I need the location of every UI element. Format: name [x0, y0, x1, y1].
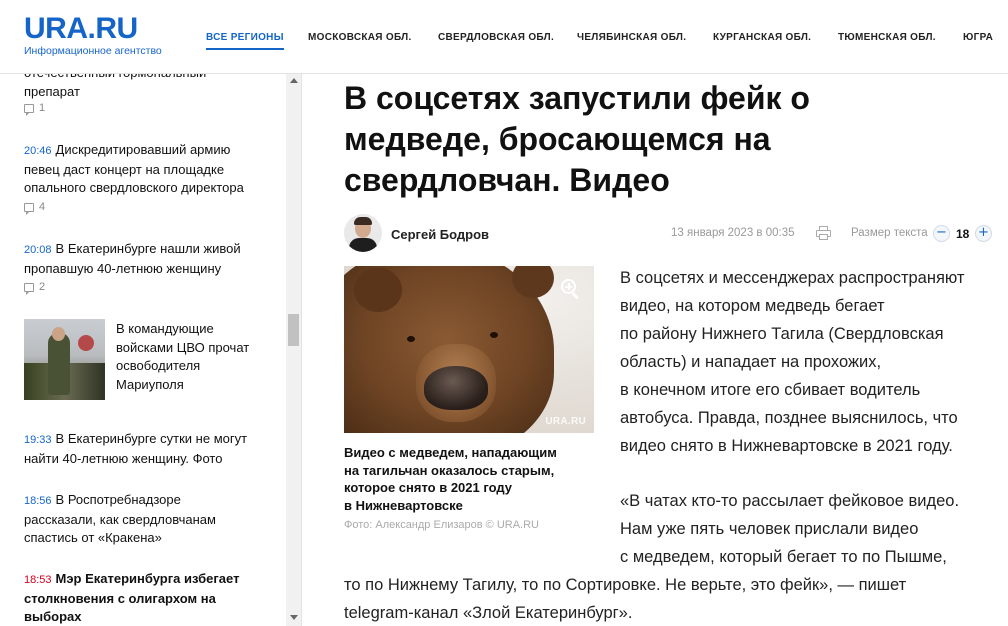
- news-title-line[interactable]: Дискредитировавший армию: [56, 142, 231, 157]
- news-title-line[interactable]: препарат: [24, 83, 274, 102]
- news-item[interactable]: 19:33 В Екатеринбурге сутки не могут найт…: [24, 430, 274, 468]
- news-title-line[interactable]: В Екатеринбурге сутки не могут: [56, 431, 248, 446]
- article-paragraph-line: telegram-канал «Злой Екатеринбург».: [344, 604, 633, 622]
- news-title-line[interactable]: рассказали, как свердловчанам: [24, 511, 274, 530]
- author-name[interactable]: Сергей Бодров: [391, 227, 489, 242]
- article-paragraph-line: В соцсетях и мессенджерах распространяют: [620, 269, 965, 287]
- news-time: 18:53: [24, 574, 52, 586]
- news-title-line[interactable]: спастись от «Кракена»: [24, 529, 274, 548]
- text-size-value: 18: [956, 227, 970, 241]
- article-paragraph-line: видео снято в Нижневартовске в 2021 году…: [620, 437, 953, 455]
- comment-icon: [24, 103, 34, 116]
- news-title-line[interactable]: опального свердловского директора: [24, 179, 274, 198]
- news-item[interactable]: 20:46 Дискредитировавший армию певец даст…: [24, 141, 274, 198]
- print-icon[interactable]: [816, 226, 831, 240]
- text-size-increase-button[interactable]: +: [975, 225, 992, 242]
- article-paragraph-line: автобуса. Правда, позднее выяснилось, чт…: [620, 409, 958, 427]
- article-paragraph-line: то по Нижнему Тагилу, то по Сортировке. …: [344, 576, 907, 594]
- nav-tyumen-region[interactable]: ТЮМЕНСКАЯ ОБЛ.: [838, 32, 936, 43]
- news-title-line[interactable]: В Роспотребнадзоре: [56, 492, 181, 507]
- photo-credit: Фото: Александр Елизаров © URA.RU: [344, 519, 540, 531]
- news-title-line[interactable]: Мариуполя: [116, 376, 276, 395]
- news-item[interactable]: 20:08 В Екатеринбурге нашли живой пропавш…: [24, 240, 274, 278]
- news-thumbnail[interactable]: [24, 319, 105, 400]
- article-paragraph-line: «В чатах кто-то рассылает фейковое видео…: [620, 492, 960, 510]
- news-item[interactable]: В командующие войсками ЦВО прочат освобо…: [116, 320, 276, 394]
- news-title-line[interactable]: певец даст концерт на площадке: [24, 161, 274, 180]
- news-title-line[interactable]: найти 40-летнюю женщину. Фото: [24, 450, 274, 469]
- news-title-line[interactable]: столкновения с олигархом на: [24, 590, 274, 609]
- logo-text[interactable]: URA.RU: [24, 14, 162, 44]
- scrollbar-thumb[interactable]: [288, 314, 299, 346]
- comment-icon: [24, 282, 34, 295]
- news-item[interactable]: отечественный гормональный препарат: [24, 74, 274, 101]
- comments-count[interactable]: 4: [24, 201, 45, 215]
- article-headline: В соцсетях запустили фейк о медведе, бро…: [344, 80, 810, 198]
- article-photo[interactable]: URA.RU: [344, 266, 594, 433]
- article-paragraph-line: область) и нападает на прохожих,: [620, 353, 882, 371]
- news-item-breaking[interactable]: 18:53 Мэр Екатеринбурга избегает столкнов…: [24, 570, 274, 626]
- site-header: URA.RU Информационное агентство ВСЕ РЕГИ…: [0, 0, 1008, 74]
- news-item[interactable]: 18:56 В Роспотребнадзоре рассказали, как …: [24, 491, 274, 548]
- nav-all-regions[interactable]: ВСЕ РЕГИОНЫ: [206, 32, 284, 50]
- news-title-line[interactable]: выборах: [24, 608, 274, 626]
- news-time: 18:56: [24, 495, 52, 507]
- article-paragraph-line: в конечном итоге его сбивает водитель: [620, 381, 921, 399]
- scroll-down-icon[interactable]: [290, 615, 298, 620]
- comment-icon: [24, 202, 34, 215]
- site-logo[interactable]: URA.RU Информационное агентство: [24, 14, 162, 58]
- scroll-up-icon[interactable]: [290, 78, 298, 83]
- publish-date: 13 января 2023 в 00:35: [671, 227, 795, 239]
- news-time: 20:08: [24, 244, 52, 256]
- zoom-icon[interactable]: [561, 279, 581, 300]
- news-time: 20:46: [24, 145, 52, 157]
- text-size-label: Размер текста: [851, 227, 928, 239]
- article-paragraph-line: видео, на котором медведь бегает: [620, 297, 885, 315]
- sidebar-scrollbar[interactable]: [286, 74, 301, 626]
- comments-count[interactable]: 2: [24, 281, 45, 295]
- nav-kurgan-region[interactable]: КУРГАНСКАЯ ОБЛ.: [713, 32, 811, 43]
- article-paragraph-line: по району Нижнего Тагила (Свердловская: [620, 325, 944, 343]
- author-avatar[interactable]: [344, 214, 382, 252]
- news-feed-sidebar[interactable]: отечественный гормональный препарат 1 20…: [0, 74, 302, 626]
- news-title-line[interactable]: В командующие: [116, 320, 276, 339]
- news-title-line[interactable]: Мэр Екатеринбурга избегает: [56, 571, 240, 586]
- comments-count[interactable]: 1: [24, 102, 45, 116]
- nav-moscow-region[interactable]: МОСКОВСКАЯ ОБЛ.: [308, 32, 412, 43]
- news-title-line[interactable]: пропавшую 40-летнюю женщину: [24, 260, 274, 279]
- photo-caption: Видео с медведем, нападающим на тагильча…: [344, 445, 557, 513]
- news-time: 19:33: [24, 434, 52, 446]
- article-paragraph-line: Нам уже пять человек прислали видео: [620, 520, 919, 538]
- photo-watermark: URA.RU: [545, 416, 586, 427]
- news-title-line[interactable]: отечественный гормональный: [24, 74, 274, 83]
- nav-yugra[interactable]: ЮГРА: [963, 32, 993, 43]
- nav-chelyabinsk-region[interactable]: ЧЕЛЯБИНСКАЯ ОБЛ.: [577, 32, 686, 43]
- news-title-line[interactable]: освободителя: [116, 357, 276, 376]
- article-paragraph-line: с медведем, который бегает то по Пышме,: [620, 548, 947, 566]
- news-title-line[interactable]: В Екатеринбурге нашли живой: [56, 241, 241, 256]
- nav-sverdlovsk-region[interactable]: СВЕРДЛОВСКАЯ ОБЛ.: [438, 32, 554, 43]
- logo-subtitle: Информационное агентство: [24, 45, 162, 57]
- text-size-decrease-button[interactable]: −: [933, 225, 950, 242]
- news-title-line[interactable]: войсками ЦВО прочат: [116, 339, 276, 358]
